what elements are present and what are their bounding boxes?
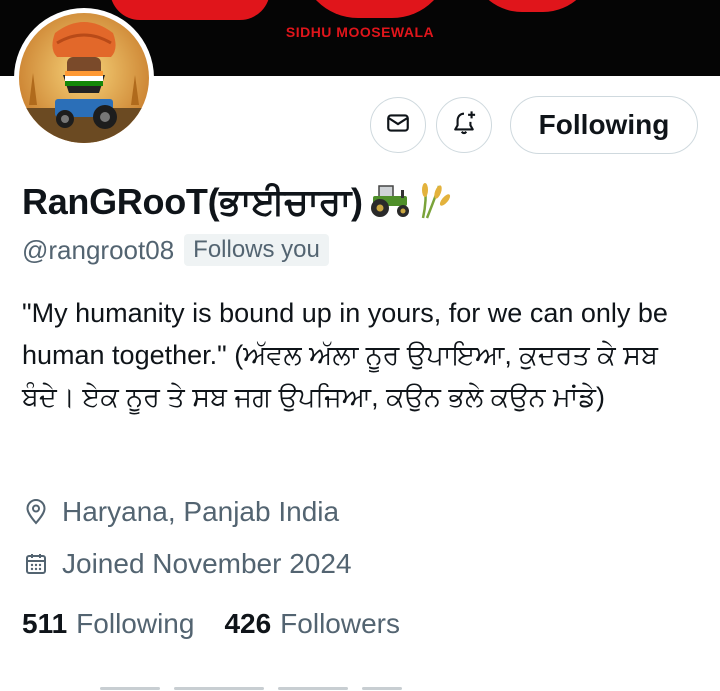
mail-icon xyxy=(385,110,411,140)
display-name: RanGRooT(ਭਾਈਚਾਰਾ) xyxy=(22,180,363,222)
joined-text: Joined November 2024 xyxy=(62,548,352,579)
calendar-icon xyxy=(22,550,50,578)
handle-row: @rangroot08 Follows you xyxy=(22,234,329,266)
banner-red-shape xyxy=(300,0,450,18)
banner-red-shape xyxy=(110,0,270,20)
location-pin-icon xyxy=(22,498,50,526)
avatar-image xyxy=(19,13,149,143)
followers-label: Followers xyxy=(280,608,400,639)
followers-count: 426 xyxy=(224,608,272,639)
display-name-row: RanGRooT(ਭਾਈਚਾਰਾ) xyxy=(22,176,453,228)
joined-row: Joined November 2024 xyxy=(22,548,352,580)
following-button[interactable]: Following xyxy=(510,96,698,154)
message-button[interactable] xyxy=(370,97,426,153)
tractor-icon xyxy=(365,180,415,224)
follow-stats: 511 Following 426 Followers xyxy=(22,608,430,640)
cut-off-content-edge xyxy=(100,684,460,691)
follows-you-badge: Follows you xyxy=(184,234,329,266)
bell-plus-icon xyxy=(450,109,478,141)
location-row: Haryana, Panjab India xyxy=(22,496,339,528)
notifications-button[interactable] xyxy=(436,97,492,153)
banner-red-shape xyxy=(470,0,595,12)
location-text: Haryana, Panjab India xyxy=(62,496,340,527)
profile-bio: "My humanity is bound up in yours, for w… xyxy=(22,298,668,412)
following-count: 511 xyxy=(22,608,68,639)
following-stat-link[interactable]: 511 Following xyxy=(22,608,194,640)
avatar[interactable] xyxy=(14,8,154,148)
following-label: Following xyxy=(76,608,195,639)
sheaf-of-rice-icon xyxy=(415,180,453,224)
followers-stat-link[interactable]: 426 Followers xyxy=(224,608,400,640)
user-handle: @rangroot08 xyxy=(22,234,175,265)
